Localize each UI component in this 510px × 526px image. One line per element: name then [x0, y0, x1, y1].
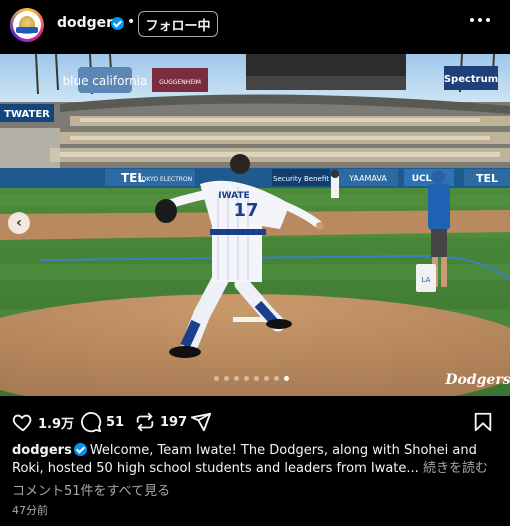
- dodgers-trophy-avatar-icon: [13, 11, 41, 39]
- repost-button[interactable]: 197: [134, 410, 187, 434]
- sign-tokyo-electron: TOKYO ELECTRON: [137, 176, 192, 183]
- post-header: dodgers • フォロー中: [0, 0, 510, 54]
- sign-guggenheim: GUGGENHEIM: [159, 79, 201, 86]
- sign-left-banner: TWATER: [4, 109, 50, 120]
- carousel-dot: [224, 376, 229, 381]
- repost-count: 197: [160, 414, 188, 430]
- heart-icon: [12, 414, 32, 432]
- carousel-dot: [264, 376, 269, 381]
- separator-dot: •: [127, 14, 136, 30]
- caption-username[interactable]: dodgers: [12, 443, 72, 458]
- save-button[interactable]: [472, 410, 494, 434]
- view-all-comments-link[interactable]: コメント51件をすべて見る: [12, 480, 170, 499]
- post-caption: dodgers Welcome, Team Iwate! The Dodgers,…: [12, 442, 500, 478]
- following-button[interactable]: フォロー中: [138, 11, 218, 37]
- profile-avatar[interactable]: [10, 8, 44, 42]
- post-timestamp: 47分前: [12, 504, 48, 517]
- sign-yaamava: YAAMAVA: [348, 174, 387, 183]
- send-icon: [190, 412, 212, 432]
- bucket-logo: LA: [422, 276, 431, 284]
- carousel-prev-button[interactable]: ‹: [8, 212, 30, 234]
- comment-button[interactable]: 51: [80, 410, 124, 434]
- comment-count: 51: [106, 414, 125, 430]
- read-more-link[interactable]: 続きを読む: [423, 461, 488, 476]
- jersey-number: 17: [233, 200, 258, 221]
- post-actions: 1.9万 51 197: [0, 404, 510, 440]
- repost-icon: [136, 412, 154, 432]
- post-image[interactable]: blue california GUGGENHEIM Spectrum TWAT…: [0, 54, 510, 396]
- like-count[interactable]: 1.9万: [38, 413, 74, 432]
- more-options-icon[interactable]: [470, 18, 492, 24]
- carousel-dot: [244, 376, 249, 381]
- like-button[interactable]: 1.9万: [12, 410, 74, 434]
- sign-security: Security Benefit: [273, 175, 329, 183]
- verified-badge-icon: [73, 443, 87, 456]
- comment-icon: [81, 412, 102, 433]
- sign-blue-shield: blue california: [63, 74, 148, 88]
- carousel-dot: [254, 376, 259, 381]
- carousel-dot: [284, 376, 289, 381]
- bookmark-icon: [474, 412, 492, 432]
- stadium-photo: blue california GUGGENHEIM Spectrum TWAT…: [0, 54, 510, 396]
- verified-badge-icon: [111, 17, 124, 30]
- carousel-dot: [234, 376, 239, 381]
- carousel-dot: [274, 376, 279, 381]
- sign-tel-right: TEL: [476, 172, 498, 185]
- carousel-dot: [214, 376, 219, 381]
- share-button[interactable]: [190, 410, 212, 434]
- dodgers-watermark: Dodgers: [444, 372, 510, 388]
- sign-spectrum: Spectrum: [444, 74, 498, 85]
- carousel-indicator: [214, 376, 289, 382]
